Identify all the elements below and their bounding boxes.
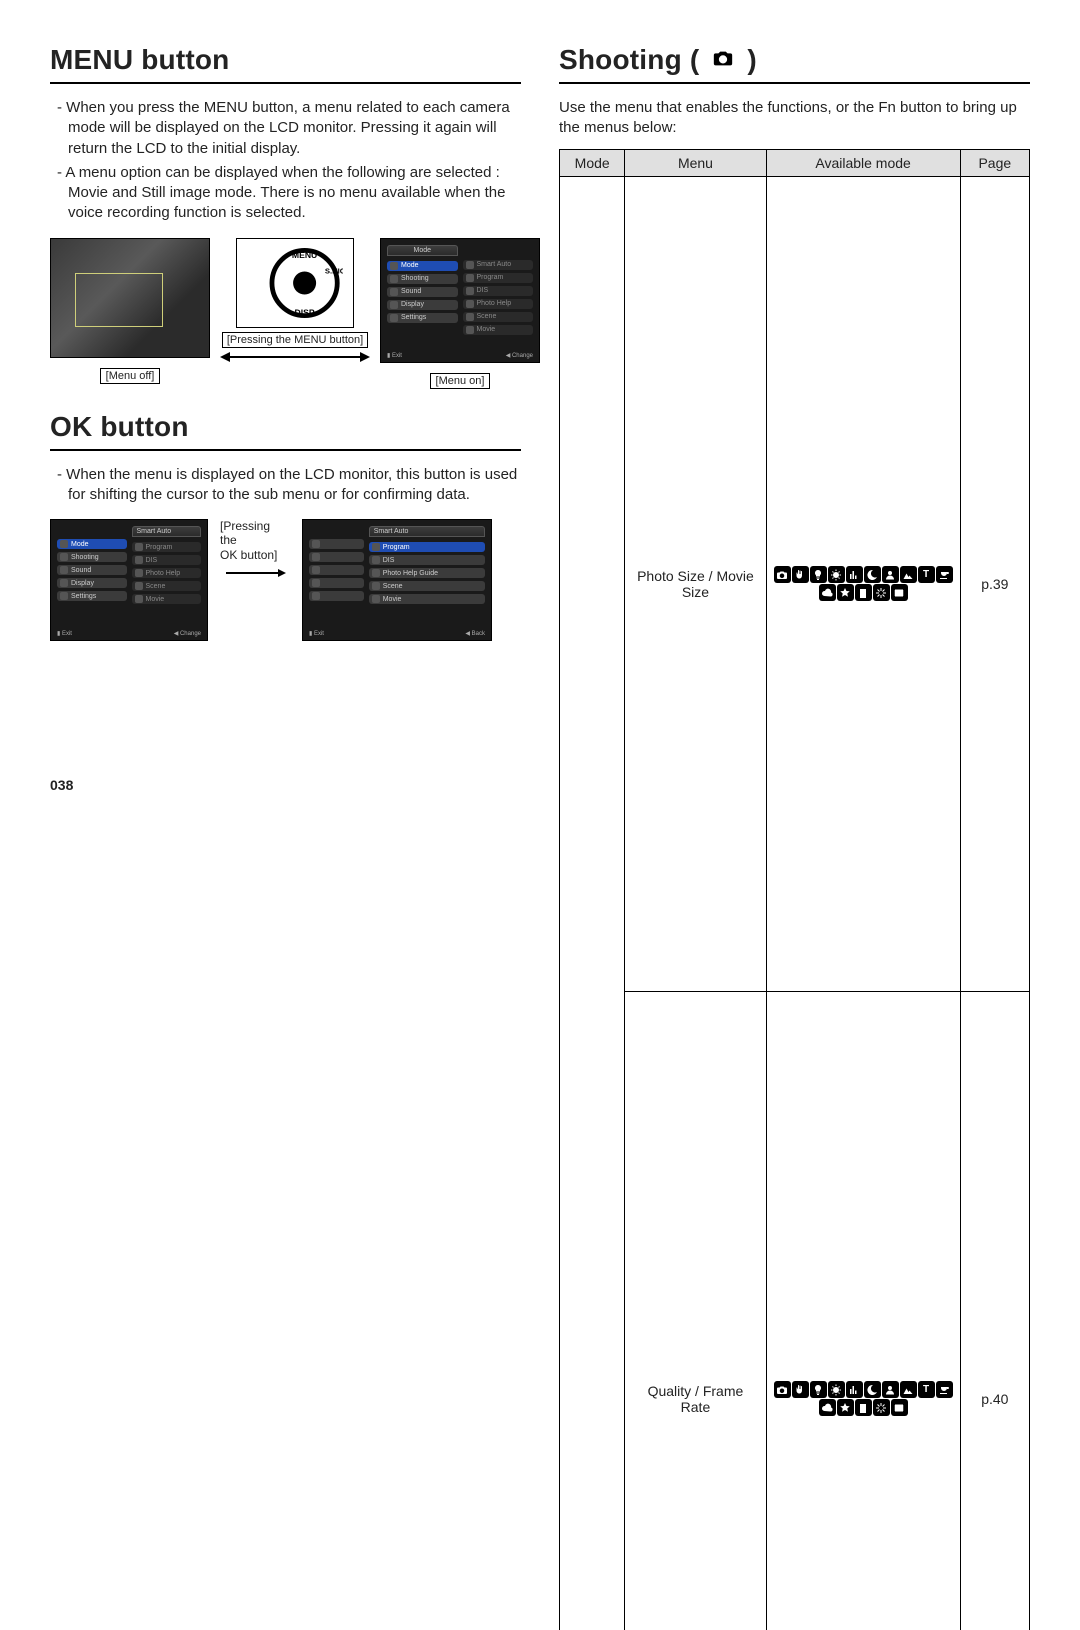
- mode-icon-chart: [846, 566, 863, 583]
- th-menu: Menu: [625, 149, 766, 176]
- menu-para-2: A menu option can be displayed when the …: [68, 163, 521, 224]
- table-row: Quality / Frame Rate Tp.40: [560, 991, 1030, 1630]
- thumb-menu-on: Mode Mode Shooting Sound Display Setting…: [380, 238, 540, 363]
- heading-shooting: Shooting ( ): [559, 44, 1030, 84]
- caption-pressing-ok: [Pressing theOK button]: [220, 519, 290, 578]
- heading-ok-button: OK button: [50, 411, 521, 451]
- mode-icon-sun: [828, 566, 845, 583]
- page-cell: p.39: [960, 176, 1029, 991]
- caption-menu-on: [Menu on]: [430, 373, 491, 389]
- mode-icon-person: [882, 566, 899, 583]
- ok-illustration-row: Mode Shooting Sound Display Settings Sma…: [50, 519, 521, 641]
- mode-icon-mountain: [900, 566, 917, 583]
- left-column: MENU button When you press the MENU butt…: [50, 44, 521, 1630]
- mode-icon-bulb: [810, 566, 827, 583]
- mode-icon-cloud: [819, 1399, 836, 1416]
- right-column: Shooting ( ) Use the menu that enables t…: [559, 44, 1030, 1630]
- mode-icon-hand: [792, 1381, 809, 1398]
- mode-icon-sun: [828, 1381, 845, 1398]
- th-page: Page: [960, 149, 1029, 176]
- th-mode: Mode: [560, 149, 625, 176]
- mode-icon-bulb: [810, 1381, 827, 1398]
- mode-icon-firework: [873, 1399, 890, 1416]
- available-mode-cell: T: [766, 176, 960, 991]
- caption-menu-off: [Menu off]: [100, 368, 161, 384]
- mode-icon-hand: [792, 566, 809, 583]
- mode-icon-text: T: [918, 566, 935, 583]
- mode-icon-moon: [864, 566, 881, 583]
- svg-text:MENU: MENU: [292, 250, 317, 260]
- mode-icon-building: [855, 584, 872, 601]
- mode-icon-cup: [936, 566, 953, 583]
- mode-icon-building: [855, 1399, 872, 1416]
- thumb-ok-before: Mode Shooting Sound Display Settings Sma…: [50, 519, 208, 641]
- double-arrow-icon: [220, 352, 370, 362]
- menu-para-1: When you press the MENU button, a menu r…: [68, 98, 521, 159]
- thumb-ok-after: Smart Auto Program DIS Photo Help Guide …: [302, 519, 492, 641]
- mode-icon-cup: [936, 1381, 953, 1398]
- mode-icon-chart: [846, 1381, 863, 1398]
- shooting-modes-table: Mode Menu Available mode Page ShootingPh…: [559, 149, 1030, 1630]
- available-mode-cell: T: [766, 991, 960, 1630]
- mode-cell: Shooting: [560, 176, 625, 1630]
- svg-text:DISP: DISP: [295, 307, 315, 317]
- caption-pressing-menu: [Pressing the MENU button]: [222, 332, 368, 348]
- mode-icon-camera: [774, 566, 791, 583]
- menu-cell: Quality / Frame Rate: [625, 991, 766, 1630]
- page-number: 038: [50, 777, 73, 793]
- menu-cell: Photo Size / Movie Size: [625, 176, 766, 991]
- thumb-dial: MENU S.NIG DISP: [236, 238, 354, 328]
- th-avail: Available mode: [766, 149, 960, 176]
- mode-icon-text: T: [918, 1381, 935, 1398]
- page-cell: p.40: [960, 991, 1029, 1630]
- heading-menu-button: MENU button: [50, 44, 521, 84]
- mode-icon-firework: [873, 584, 890, 601]
- svg-text:S.NIG: S.NIG: [325, 266, 343, 275]
- mode-icon-camera: [774, 1381, 791, 1398]
- mode-icon-star: [837, 1399, 854, 1416]
- mode-icon-cloud: [819, 584, 836, 601]
- menu-illustration-row: [Menu off] MENU S.NIG DISP [Pressing the M…: [50, 238, 521, 389]
- mode-icon-moon: [864, 1381, 881, 1398]
- table-row: ShootingPhoto Size / Movie SizeTp.39: [560, 176, 1030, 991]
- mode-icon-mountain: [900, 1381, 917, 1398]
- mode-icon-star: [837, 584, 854, 601]
- camera-icon: [709, 44, 737, 76]
- thumb-menu-off: [50, 238, 210, 358]
- ok-para: When the menu is displayed on the LCD mo…: [68, 465, 521, 506]
- mode-icon-film: [891, 584, 908, 601]
- shooting-intro: Use the menu that enables the functions,…: [559, 98, 1030, 139]
- mode-icon-film: [891, 1399, 908, 1416]
- mode-icon-person: [882, 1381, 899, 1398]
